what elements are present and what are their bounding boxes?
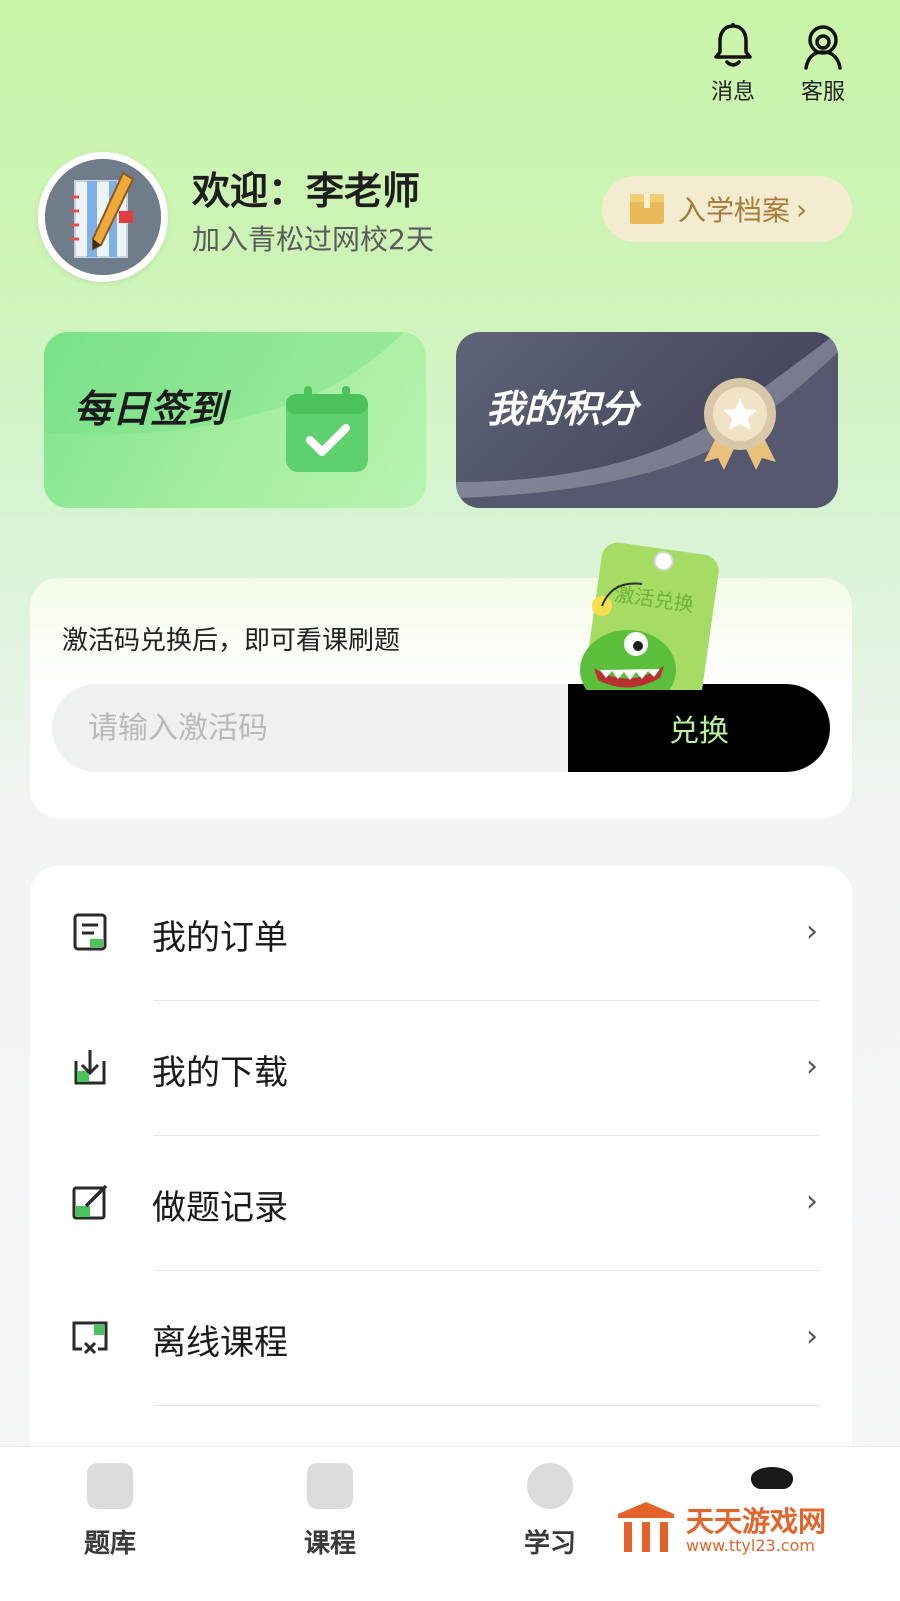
join-duration: 加入青松过网校2天 [192, 223, 434, 256]
archive-label: 入学档案 [678, 194, 791, 227]
chevron-right-icon: › [806, 1049, 818, 1084]
customer-service-button[interactable]: 客服 [788, 22, 858, 106]
activation-mascot-image: 激活兑换 [580, 542, 719, 690]
daily-sign-in-card[interactable]: 每日签到 [44, 332, 426, 508]
menu-item-orders[interactable]: 我的订单 › [30, 866, 852, 1001]
chevron-right-icon: › [806, 1184, 818, 1219]
calendar-check-icon [286, 386, 368, 472]
tab-courses[interactable]: 课程 [270, 1463, 390, 1560]
question-bank-icon [87, 1463, 133, 1509]
tab-label-courses: 课程 [303, 1529, 356, 1559]
study-icon [527, 1463, 573, 1509]
watermark-url: www.ttyl23.com [686, 1536, 815, 1555]
edit-record-icon [72, 1184, 108, 1220]
medal-icon [704, 378, 776, 470]
service-label: 客服 [800, 80, 845, 105]
avatar-image [45, 159, 161, 275]
notebook-pencil-icon [45, 159, 161, 275]
activation-code-input[interactable] [52, 684, 582, 772]
chevron-right-icon: › [806, 914, 818, 949]
offline-course-icon [72, 1321, 108, 1355]
my-points-card[interactable]: 我的积分 [456, 332, 838, 508]
box-icon [630, 194, 664, 224]
divider [154, 1405, 820, 1406]
headset-icon [804, 25, 842, 70]
tab-question-bank[interactable]: 题库 [50, 1463, 170, 1560]
points-title: 我的积分 [486, 387, 639, 431]
watermark-logo-icon [618, 1502, 674, 1552]
order-icon [73, 913, 107, 951]
download-icon [74, 1050, 106, 1085]
course-icon [307, 1463, 353, 1509]
chevron-right-icon: › [796, 192, 808, 226]
avatar[interactable] [38, 152, 168, 282]
tab-label-study: 学习 [523, 1529, 576, 1559]
activation-hint: 激活码兑换后，即可看课刷题 [62, 626, 401, 656]
tab-profile[interactable] [712, 1463, 832, 1503]
menu-label-practice-records: 做题记录 [152, 1188, 288, 1228]
enrollment-archive-button[interactable]: 入学档案 › [602, 176, 852, 242]
tab-study[interactable]: 学习 [490, 1463, 610, 1560]
messages-label: 消息 [710, 80, 755, 105]
redeem-button[interactable]: 兑换 [568, 684, 830, 772]
profile-icon [751, 1467, 793, 1489]
menu-item-practice-records[interactable]: 做题记录 › [30, 1136, 852, 1271]
chevron-right-icon: › [806, 1319, 818, 1354]
welcome-title: 欢迎：李老师 [192, 169, 421, 213]
sign-in-title: 每日签到 [74, 387, 227, 431]
menu-label-downloads: 我的下载 [152, 1053, 288, 1093]
bell-icon [714, 23, 752, 67]
menu-list: 我的订单 › 我的下载 › 做题记录 › 离线课程 › [30, 866, 852, 1466]
menu-label-offline-courses: 离线课程 [152, 1323, 288, 1363]
messages-button[interactable]: 消息 [698, 22, 768, 106]
tab-label-question-bank: 题库 [83, 1529, 136, 1559]
menu-label-orders: 我的订单 [152, 918, 288, 958]
menu-item-downloads[interactable]: 我的下载 › [30, 1001, 852, 1136]
watermark-name: 天天游戏网 [686, 1505, 827, 1538]
menu-item-offline-courses[interactable]: 离线课程 › [30, 1271, 852, 1406]
